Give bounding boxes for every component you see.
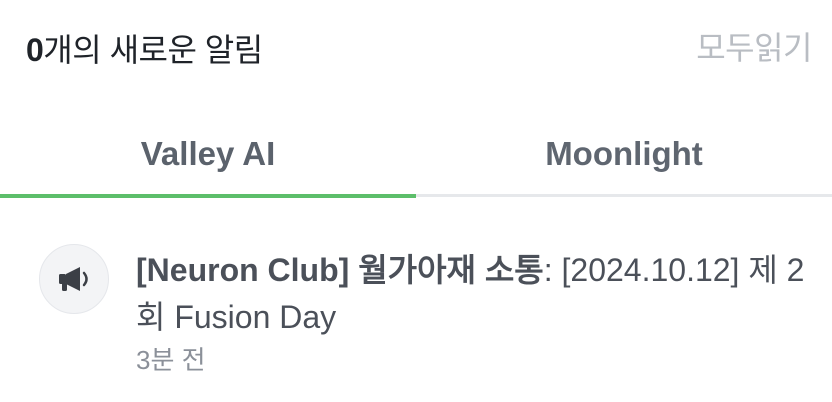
- tab-moonlight[interactable]: Moonlight: [416, 110, 832, 197]
- unread-count: 0: [26, 32, 44, 68]
- tab-valley-ai[interactable]: Valley AI: [0, 110, 416, 198]
- notification-source: [Neuron Club] 월가아재 소통: [136, 252, 544, 288]
- notification-message: [Neuron Club] 월가아재 소통: [2024.10.12] 제 2회…: [136, 247, 806, 341]
- mark-all-read-button[interactable]: 모두읽기: [696, 28, 812, 68]
- notification-time: 3분 전: [136, 345, 206, 375]
- notification-tabs: Valley AI Moonlight: [0, 110, 832, 198]
- tab-label: Moonlight: [545, 134, 703, 172]
- notification-title-text: 개의 새로운 알림: [43, 32, 263, 68]
- notification-list: [Neuron Club] 월가아재 소통: [2024.10.12] 제 2회…: [0, 197, 832, 402]
- notification-header: 0개의 새로운 알림 모두읽기: [0, 0, 832, 100]
- tab-label: Valley AI: [140, 134, 276, 172]
- notification-item[interactable]: [Neuron Club] 월가아재 소통: [2024.10.12] 제 2회…: [0, 197, 832, 402]
- megaphone-icon: [39, 244, 109, 314]
- notification-panel: 0개의 새로운 알림 모두읽기 Valley AI Moonlight [Neu…: [0, 0, 832, 402]
- notification-count-title: 0개의 새로운 알림: [26, 30, 263, 70]
- notification-separator: :: [543, 252, 562, 288]
